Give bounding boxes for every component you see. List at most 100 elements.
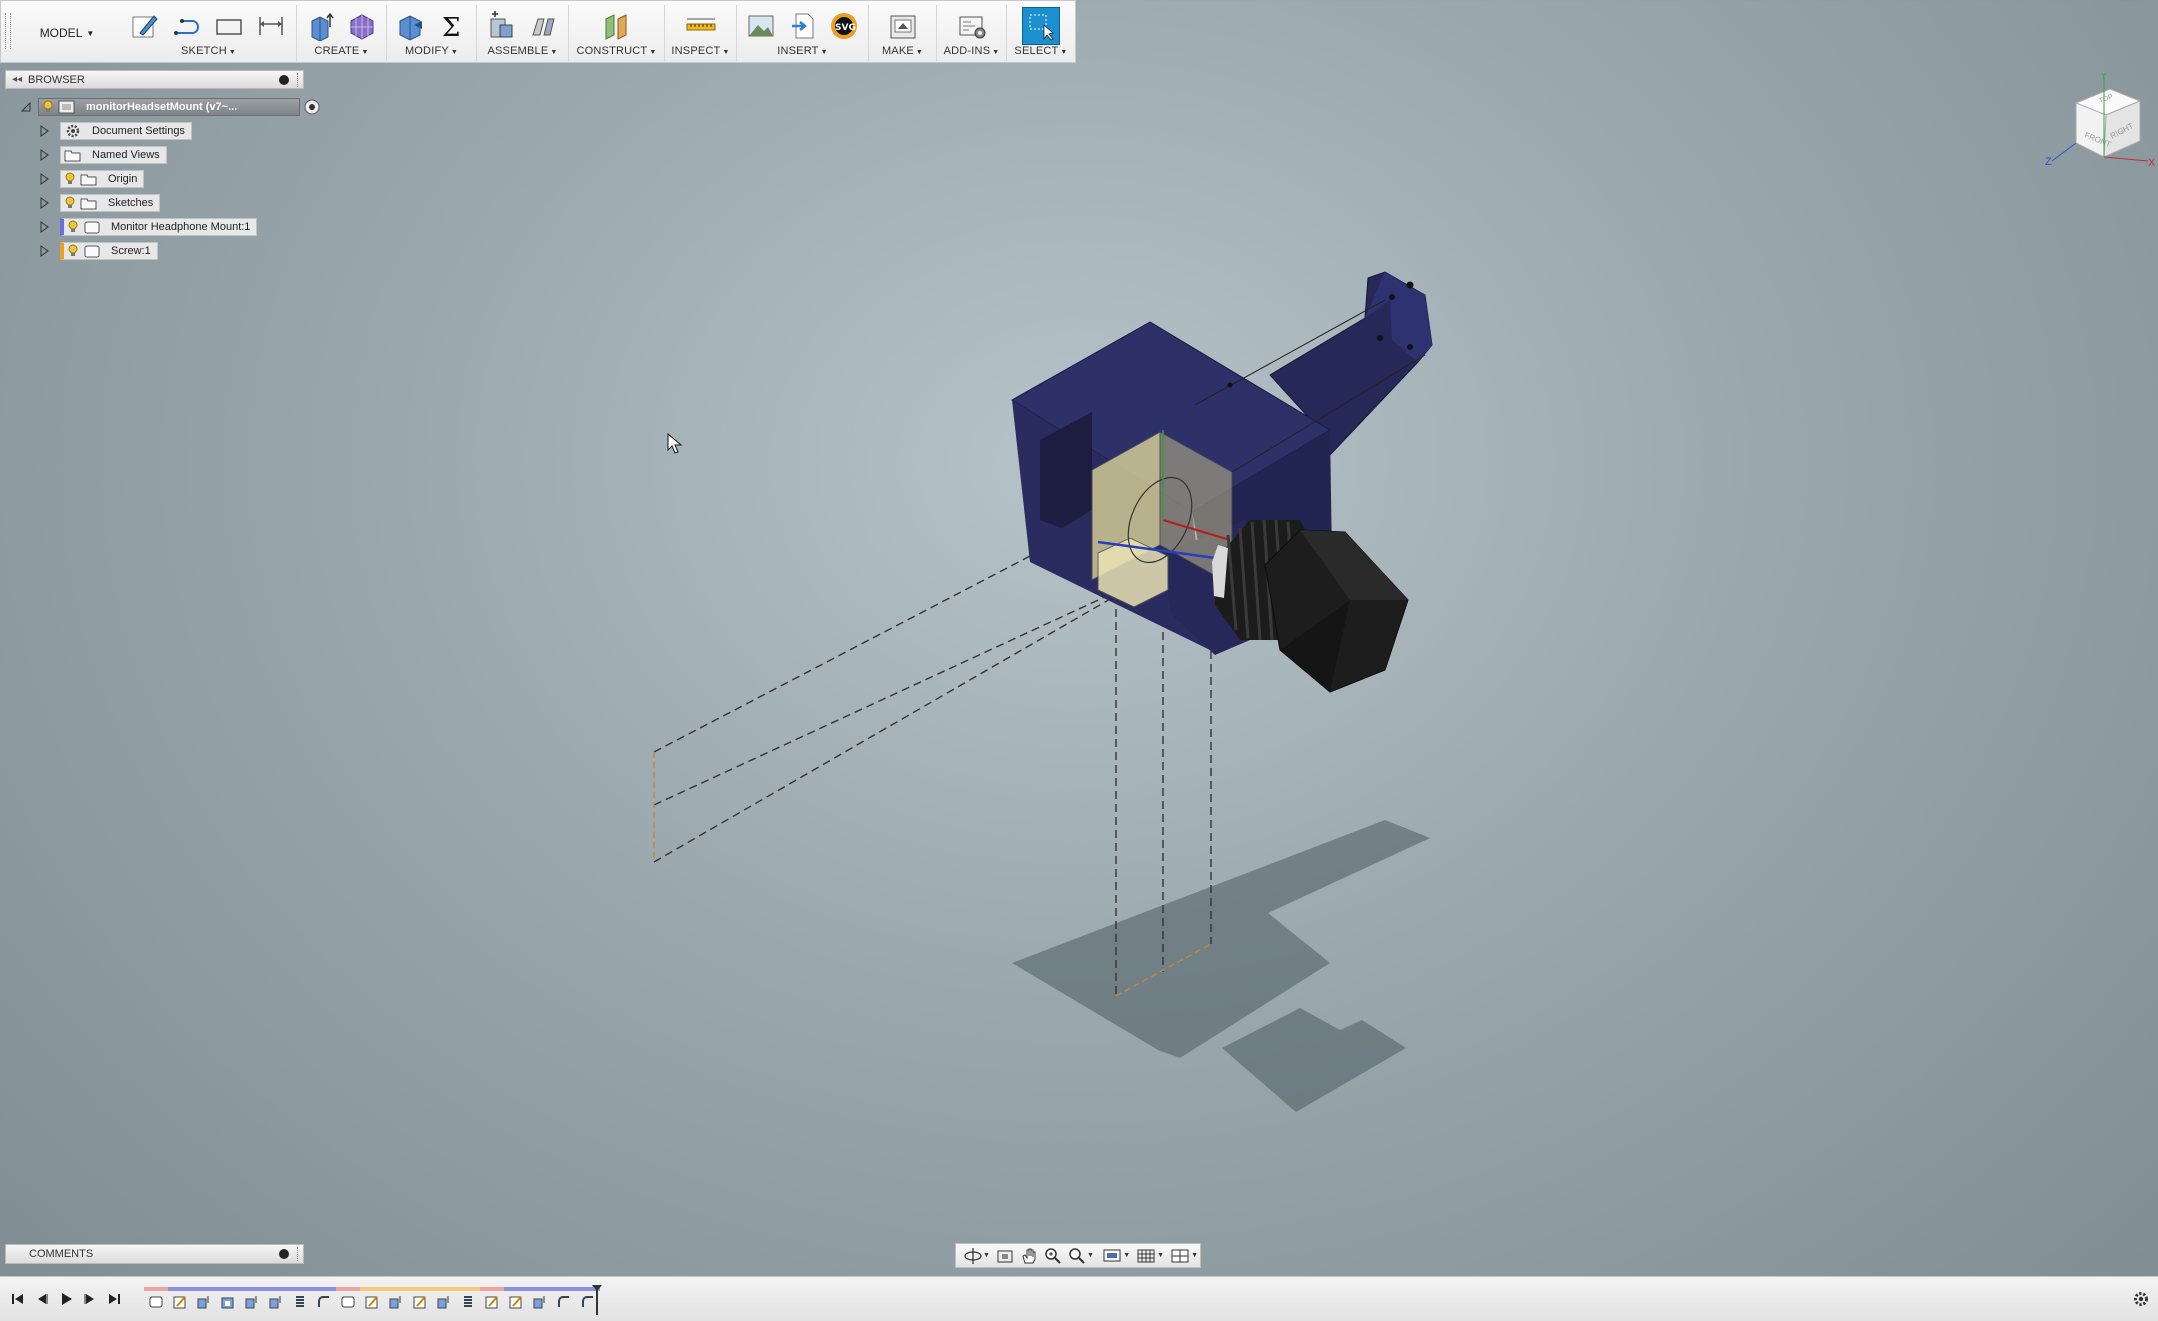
step-forward-button[interactable] [80, 1289, 100, 1309]
assemble-group[interactable]: ASSEMBLE ▼ [477, 5, 569, 61]
lightbulb-icon[interactable] [67, 220, 79, 234]
select-group[interactable]: SELECT ▼ [1007, 5, 1075, 61]
timeline-feature[interactable] [432, 1287, 456, 1313]
timeline-feature[interactable] [264, 1287, 288, 1313]
look-at-button[interactable] [994, 1246, 1016, 1266]
measure-icon[interactable] [683, 8, 719, 44]
insert-group[interactable]: SVG INSERT ▼ [737, 5, 869, 61]
expand-triangle-icon[interactable] [38, 149, 50, 161]
line-icon[interactable] [169, 8, 205, 44]
timeline-feature[interactable] [144, 1287, 168, 1313]
collapse-panel-icon[interactable]: ◂◂ [6, 74, 28, 85]
fit-button[interactable]: ▼ [1066, 1246, 1096, 1266]
timeline-feature[interactable] [312, 1287, 336, 1313]
3d-print-icon[interactable] [885, 8, 921, 44]
form-icon[interactable] [345, 8, 381, 44]
modify-group[interactable]: Σ MODIFY ▼ [387, 5, 477, 61]
origin-chip[interactable]: Origin [60, 170, 145, 188]
root-component-chip[interactable]: monitorHeadsetMount (v7~... [38, 98, 300, 116]
expand-triangle-icon[interactable] [38, 173, 50, 185]
timeline-feature[interactable] [216, 1287, 240, 1313]
viewports-button[interactable]: ▼ [1168, 1246, 1200, 1266]
lightbulb-icon[interactable] [42, 100, 54, 114]
screw-chip[interactable]: Screw:1 [60, 242, 158, 260]
view-cube[interactable]: TOP FRONT RIGHT Y X Z [2040, 70, 2158, 183]
tree-root[interactable]: monitorHeadsetMount (v7~... [20, 97, 321, 117]
make-group[interactable]: MAKE ▼ [869, 5, 937, 61]
sketches-chip[interactable]: Sketches [60, 194, 161, 212]
tree-item-screw[interactable]: Screw:1 [38, 241, 158, 261]
monitor-headphone-mount-chip[interactable]: Monitor Headphone Mount:1 [60, 218, 258, 236]
timeline-feature[interactable] [528, 1287, 552, 1313]
workspace-switcher[interactable]: MODEL ▼ [17, 11, 117, 55]
dimension-icon[interactable] [253, 8, 289, 44]
step-back-button[interactable] [32, 1289, 52, 1309]
timeline-feature[interactable] [168, 1287, 192, 1313]
new-component-icon[interactable] [483, 8, 519, 44]
comments-panel-header[interactable]: COMMENTS [5, 1244, 304, 1264]
extrude-icon[interactable] [303, 8, 339, 44]
joint-icon[interactable] [525, 8, 561, 44]
expand-triangle-icon[interactable] [38, 197, 50, 209]
lightbulb-icon[interactable] [64, 196, 76, 210]
construct-group[interactable]: CONSTRUCT ▼ [569, 5, 665, 61]
rectangle-icon[interactable] [211, 8, 247, 44]
timeline-feature[interactable] [360, 1287, 384, 1313]
create-group[interactable]: CREATE ▼ [297, 5, 387, 61]
timeline-feature[interactable] [480, 1287, 504, 1313]
timeline-feature[interactable] [384, 1287, 408, 1313]
gear-icon[interactable] [2132, 1290, 2150, 1308]
play-button[interactable] [56, 1289, 76, 1309]
browser-title: BROWSER [28, 73, 85, 86]
expand-triangle-icon[interactable] [38, 125, 50, 137]
expand-triangle-icon[interactable] [38, 221, 50, 233]
insert-image-icon[interactable] [743, 8, 779, 44]
tree-item-origin[interactable]: Origin [38, 169, 145, 189]
tree-item-document-settings[interactable]: Document Settings [38, 121, 192, 141]
scripts-addins-icon[interactable] [954, 8, 990, 44]
orbit-button[interactable]: ▼ [962, 1246, 992, 1266]
timeline-feature[interactable] [288, 1287, 312, 1313]
zoom-button[interactable] [1042, 1246, 1064, 1266]
pin-icon[interactable] [279, 74, 289, 85]
timeline-feature[interactable] [504, 1287, 528, 1313]
tree-item-named-views[interactable]: Named Views [38, 145, 167, 165]
timeline-feature[interactable] [456, 1287, 480, 1313]
timeline-feature[interactable] [408, 1287, 432, 1313]
activate-radio-icon[interactable] [303, 98, 321, 116]
model-canvas[interactable] [0, 63, 2158, 1276]
timeline-feature[interactable] [336, 1287, 360, 1313]
inspect-group[interactable]: INSPECT ▼ [665, 5, 737, 61]
collapse-triangle-icon[interactable] [20, 101, 32, 113]
lightbulb-icon[interactable] [64, 172, 76, 186]
sigma-icon[interactable]: Σ [435, 8, 471, 44]
create-sketch-icon[interactable] [127, 8, 163, 44]
panel-grip[interactable] [297, 72, 300, 87]
go-to-end-button[interactable] [104, 1289, 124, 1309]
press-pull-icon[interactable] [393, 8, 429, 44]
display-settings-button[interactable]: ▼ [1100, 1246, 1132, 1266]
timeline-feature[interactable] [192, 1287, 216, 1313]
expand-triangle-icon[interactable] [38, 245, 50, 257]
named-views-chip[interactable]: Named Views [60, 146, 167, 164]
timeline-feature[interactable] [240, 1287, 264, 1313]
timeline-feature[interactable] [552, 1287, 576, 1313]
sketch-group[interactable]: SKETCH ▼ [121, 5, 297, 61]
pan-button[interactable] [1018, 1246, 1040, 1266]
3d-viewport[interactable]: TOP FRONT RIGHT Y X Z [0, 63, 2158, 1276]
select-icon[interactable] [1022, 7, 1060, 45]
insert-svg-icon[interactable]: SVG [826, 8, 862, 44]
grid-settings-button[interactable]: ▼ [1134, 1246, 1166, 1266]
pin-icon[interactable] [279, 1249, 289, 1259]
timeline-marker[interactable] [592, 1285, 602, 1315]
tree-item-monitor-headphone-mount[interactable]: Monitor Headphone Mount:1 [38, 217, 258, 237]
tree-item-sketches[interactable]: Sketches [38, 193, 161, 213]
go-to-start-button[interactable] [8, 1289, 28, 1309]
toolbar-grip[interactable] [5, 13, 11, 49]
lightbulb-icon[interactable] [67, 244, 79, 258]
offset-plane-icon[interactable] [599, 8, 635, 44]
document-settings-chip[interactable]: Document Settings [60, 122, 192, 140]
add-ins-group[interactable]: ADD-INS ▼ [937, 5, 1007, 61]
insert-mesh-icon[interactable] [785, 8, 821, 44]
panel-grip[interactable] [297, 1247, 300, 1261]
